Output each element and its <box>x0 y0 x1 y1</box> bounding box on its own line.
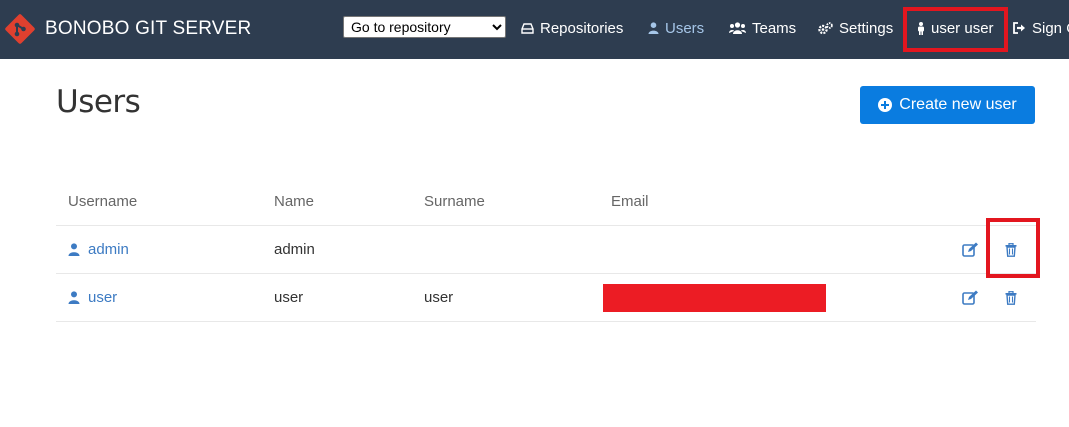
nav-current-user-label: user user <box>931 19 994 37</box>
username-link[interactable]: user <box>68 289 117 306</box>
column-header-surname: Surname <box>424 193 485 210</box>
email-cell <box>603 274 826 321</box>
nav-users[interactable]: Users <box>648 18 704 38</box>
repository-select[interactable]: Go to repository <box>343 16 506 38</box>
settings-icon <box>818 21 833 34</box>
delete-user-button[interactable] <box>1005 290 1017 305</box>
git-logo-icon <box>5 14 35 44</box>
table-row: admin admin <box>56 226 1036 274</box>
username-text: user <box>88 289 118 306</box>
nav-sign-out[interactable]: Sign Out <box>1012 18 1069 38</box>
name-cell: user <box>274 289 304 306</box>
name-cell: admin <box>274 241 315 258</box>
edit-cell <box>962 274 979 321</box>
brand-name: BONOBO GIT SERVER <box>45 18 252 39</box>
navbar: BONOBO GIT SERVER Go to repository Repos… <box>0 0 1069 59</box>
column-header-username: Username <box>68 193 138 210</box>
edit-cell <box>962 226 979 273</box>
delete-cell <box>1005 226 1017 273</box>
username-text: admin <box>88 241 129 258</box>
username-cell: admin <box>68 226 129 273</box>
surname-cell: user <box>424 289 454 306</box>
column-header-email: Email <box>611 193 649 210</box>
nav-settings[interactable]: Settings <box>818 18 893 38</box>
create-new-user-label: Create new user <box>899 96 1017 113</box>
user-icon <box>68 243 80 256</box>
users-table: Username Name Surname Email admin admin <box>56 178 1036 322</box>
nav-settings-label: Settings <box>839 19 894 37</box>
nav-sign-out-label: Sign Out <box>1032 19 1069 37</box>
trash-icon <box>1005 290 1017 305</box>
delete-user-button[interactable] <box>1005 242 1017 257</box>
user-icon <box>648 22 659 34</box>
trash-icon <box>1005 242 1017 257</box>
nav-repositories[interactable]: Repositories <box>521 18 623 38</box>
edit-icon <box>962 290 978 305</box>
brand[interactable]: BONOBO GIT SERVER <box>4 10 251 48</box>
edit-user-button[interactable] <box>962 242 979 257</box>
username-link[interactable]: admin <box>68 241 129 258</box>
repositories-icon <box>521 22 534 34</box>
table-row: user user user <box>56 274 1036 322</box>
edit-icon <box>962 242 978 257</box>
page-title: Users <box>56 84 141 120</box>
sign-out-icon <box>1013 22 1025 34</box>
nav-current-user[interactable]: user user <box>917 18 994 38</box>
teams-icon <box>729 22 746 34</box>
create-new-user-button[interactable]: Create new user <box>860 86 1035 124</box>
column-header-name: Name <box>274 193 315 210</box>
nav-teams-label: Teams <box>752 19 797 37</box>
person-icon <box>918 21 924 35</box>
plus-circle-icon <box>878 98 893 112</box>
email-redaction <box>603 283 826 312</box>
nav-users-label: Users <box>665 19 705 37</box>
delete-cell <box>1005 274 1017 321</box>
table-header-row: Username Name Surname Email <box>56 178 1036 226</box>
nav-teams[interactable]: Teams <box>729 18 796 38</box>
username-cell: user <box>68 274 117 321</box>
edit-user-button[interactable] <box>962 290 979 305</box>
nav-repositories-label: Repositories <box>540 19 624 37</box>
user-icon <box>68 291 80 304</box>
